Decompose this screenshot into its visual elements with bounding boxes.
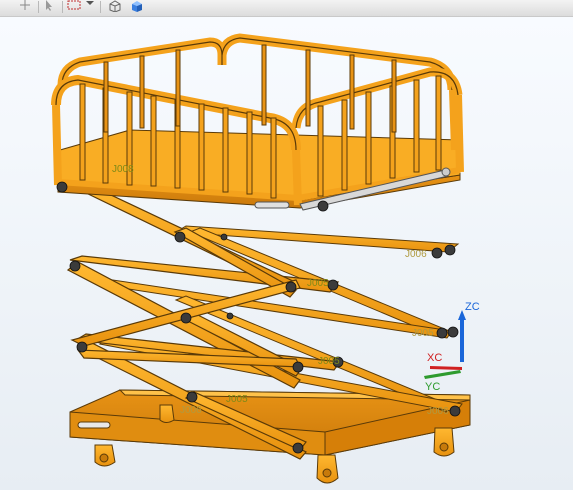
coordinate-triad: ZC XC YC: [424, 301, 480, 393]
joint-label: J006: [405, 249, 427, 260]
scissor-lift-model[interactable]: J008 J006 J005 J005 J005 J006 J005 J006 …: [0, 17, 573, 490]
joint-label: J006: [427, 406, 449, 417]
yc-axis-arrow: [424, 370, 461, 379]
joint-label: J005: [226, 394, 248, 405]
select-box-icon[interactable]: [67, 0, 83, 12]
wireframe-cube-icon[interactable]: [108, 0, 124, 12]
joint-label: J005: [318, 356, 340, 367]
move-icon[interactable]: [20, 0, 32, 12]
toolbar-divider: [62, 1, 63, 13]
xc-label: XC: [427, 352, 442, 364]
joint-label: J008: [112, 164, 134, 175]
joint-label: J005: [412, 328, 434, 339]
joint-label: J005: [307, 278, 329, 289]
dropdown-icon[interactable]: [86, 0, 94, 12]
pointer-icon[interactable]: [44, 0, 56, 12]
yc-label: YC: [425, 381, 440, 393]
joint-label: J006: [180, 405, 202, 416]
shaded-cube-icon[interactable]: [130, 0, 146, 12]
toolbar-divider: [100, 1, 101, 13]
zc-axis-arrow: [460, 318, 464, 362]
toolbar: [0, 0, 573, 17]
toolbar-divider: [38, 1, 39, 13]
xc-axis-arrow: [430, 366, 462, 370]
graphics-viewport[interactable]: J008 J006 J005 J005 J005 J006 J005 J006 …: [0, 17, 573, 490]
zc-label: ZC: [465, 301, 480, 313]
